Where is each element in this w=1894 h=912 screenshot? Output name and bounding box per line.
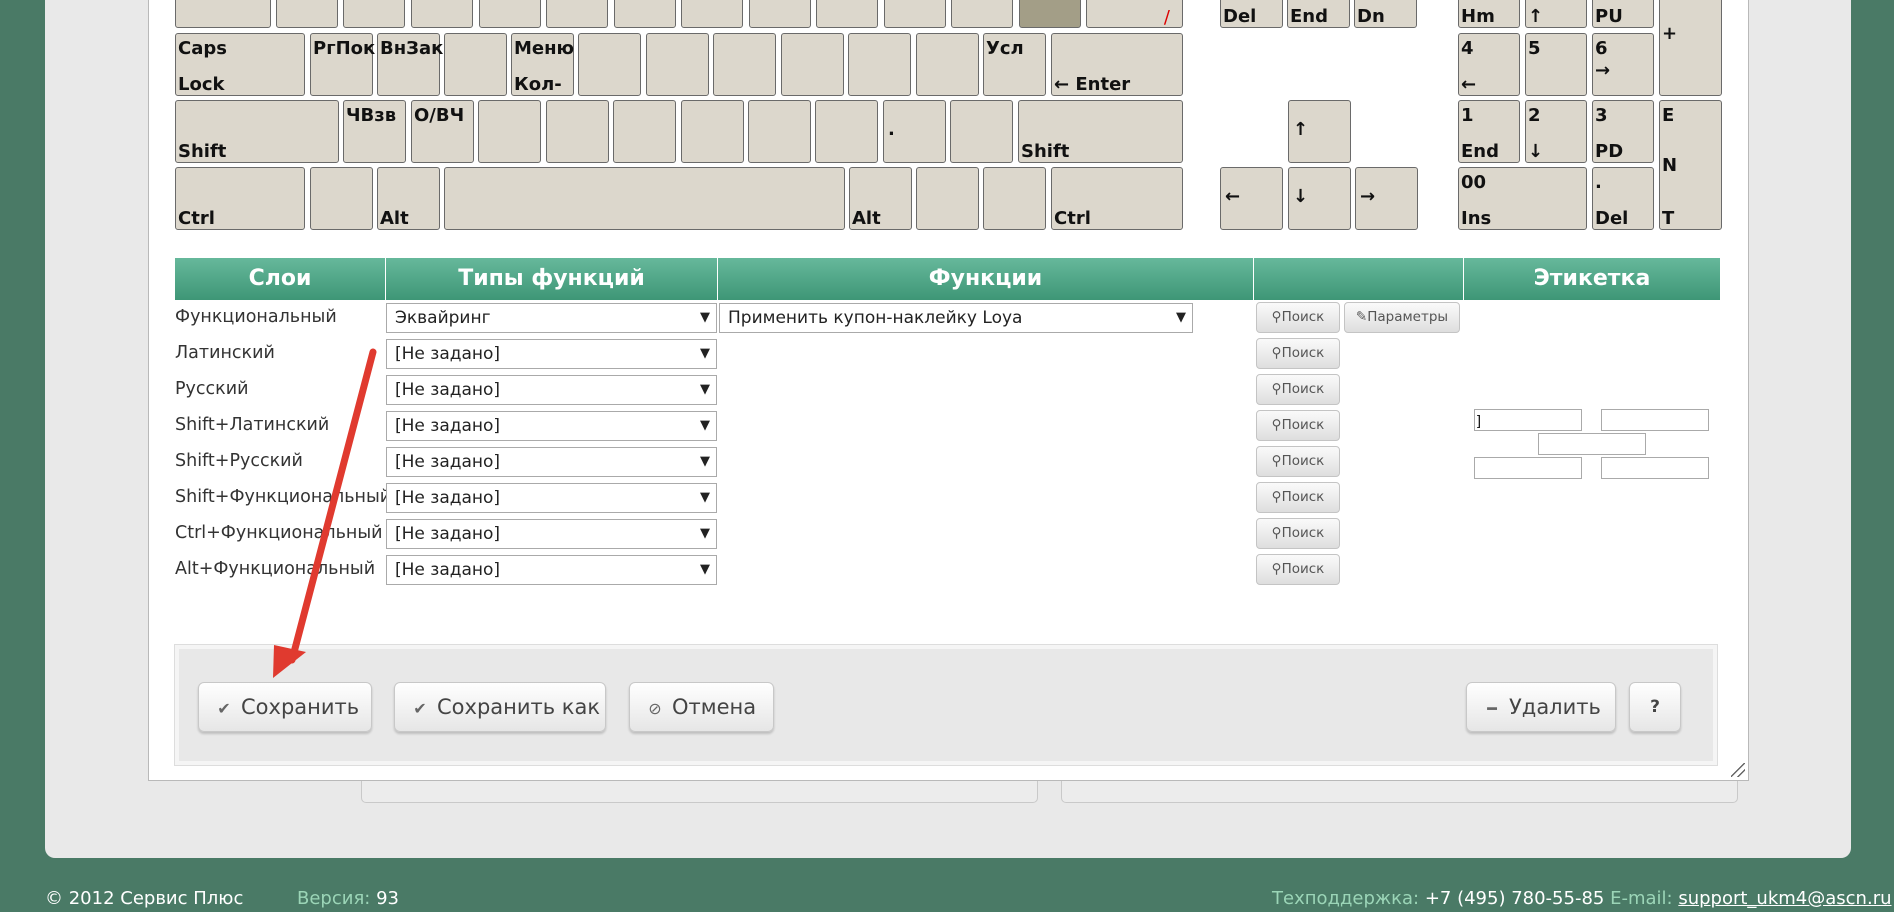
annotation-arrow (273, 348, 377, 678)
support-email-link[interactable]: support_ukm4@ascn.ru (1678, 888, 1891, 909)
version-value: 93 (376, 888, 399, 909)
footer-support: Техподдержка: +7 (495) 780-55-85 E-mail:… (1272, 888, 1892, 909)
support-phone: +7 (495) 780-55-85 (1424, 888, 1605, 909)
footer-version: Версия: 93 (297, 888, 399, 909)
version-label: Версия: (297, 888, 371, 909)
footer-copyright: © 2012 Сервис Плюс (45, 888, 244, 909)
email-label: E-mail: (1610, 888, 1673, 909)
support-label: Техподдержка: (1272, 888, 1420, 909)
